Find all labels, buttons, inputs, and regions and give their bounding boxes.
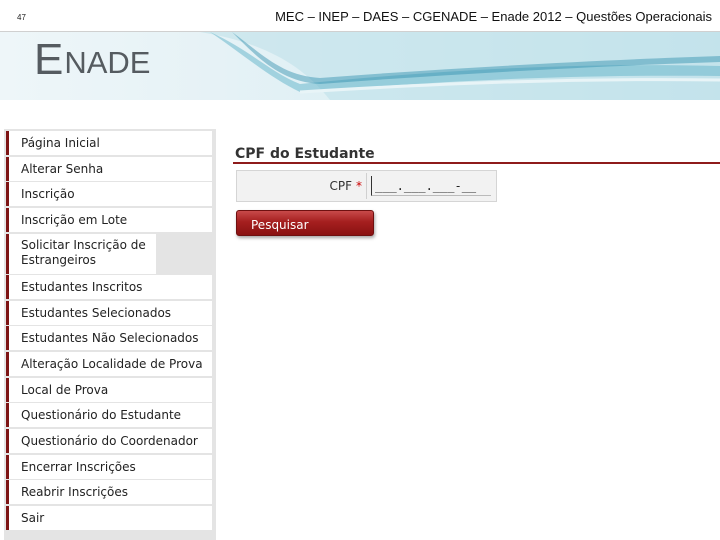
section-title: CPF do Estudante xyxy=(235,146,375,162)
enade-logo: E NADE xyxy=(34,38,151,82)
logo-first-letter: E xyxy=(34,35,64,84)
menu-item-local-de-prova[interactable]: Local de Prova xyxy=(6,377,212,402)
pesquisar-button[interactable]: Pesquisar xyxy=(236,210,374,236)
required-mark: * xyxy=(356,179,362,193)
cpf-label-text: CPF xyxy=(329,179,352,193)
cpf-input[interactable] xyxy=(371,176,491,196)
menu-item-sair[interactable]: Sair xyxy=(6,505,212,530)
slide-header: 47 MEC – INEP – DAES – CGENADE – Enade 2… xyxy=(0,0,720,32)
slide-title: MEC – INEP – DAES – CGENADE – Enade 2012… xyxy=(275,9,712,24)
menu-item-inscricao[interactable]: Inscrição xyxy=(6,182,212,207)
menu-item-estudantes-nao-selecionados[interactable]: Estudantes Não Selecionados xyxy=(6,326,212,351)
menu-item-encerrar-inscricoes[interactable]: Encerrar Inscrições xyxy=(6,454,212,479)
menu-item-questionario-estudante[interactable]: Questionário do Estudante xyxy=(6,403,212,428)
cpf-label: CPF * xyxy=(329,179,362,193)
slide-number: 47 xyxy=(17,13,26,22)
menu-item-reabrir-inscricoes[interactable]: Reabrir Inscrições xyxy=(6,480,212,505)
sidebar-menu: Página Inicial Alterar Senha Inscrição I… xyxy=(4,129,216,540)
section-divider xyxy=(233,162,720,164)
menu-item-solicitar-inscricao-estrangeiros[interactable]: Solicitar Inscrição de Estrangeiros xyxy=(6,233,156,274)
menu-item-estudantes-selecionados[interactable]: Estudantes Selecionados xyxy=(6,300,212,325)
menu-item-questionario-coordenador[interactable]: Questionário do Coordenador xyxy=(6,429,212,454)
menu-item-inscricao-em-lote[interactable]: Inscrição em Lote xyxy=(6,207,212,232)
form-separator xyxy=(366,173,367,199)
menu-item-estudantes-inscritos[interactable]: Estudantes Inscritos xyxy=(6,275,212,300)
menu-item-alterar-senha[interactable]: Alterar Senha xyxy=(6,156,212,181)
logo-rest: NADE xyxy=(64,45,151,80)
menu-item-pagina-inicial[interactable]: Página Inicial xyxy=(6,131,212,155)
menu-item-alteracao-localidade-prova[interactable]: Alteração Localidade de Prova xyxy=(6,352,212,377)
cpf-form-row: CPF * xyxy=(236,170,497,202)
header-banner: E NADE xyxy=(0,32,720,100)
